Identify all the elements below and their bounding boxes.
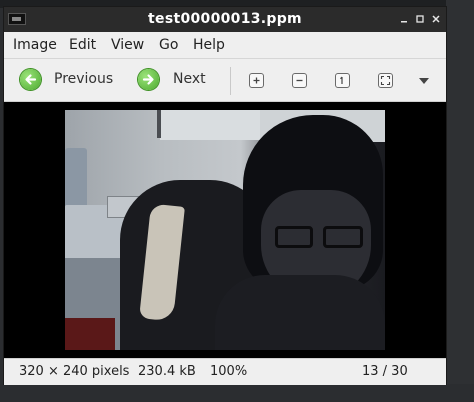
menu-view[interactable]: View	[111, 37, 144, 53]
minimize-icon[interactable]	[397, 12, 411, 26]
menu-edit[interactable]: Edit	[69, 37, 96, 53]
title-bar[interactable]: test00000013.ppm	[4, 7, 446, 32]
previous-button[interactable]: Previous	[20, 67, 116, 93]
zoom-out-icon[interactable]	[292, 73, 307, 88]
photo	[65, 110, 385, 350]
zoom-level: 100%	[210, 364, 248, 379]
menu-go[interactable]: Go	[159, 37, 178, 53]
rotate-icon[interactable]	[335, 73, 350, 88]
next-label: Next	[173, 71, 206, 87]
status-bar: 320 × 240 pixels 230.4 kB 100% 13 / 30	[4, 358, 446, 385]
maximize-icon[interactable]	[413, 12, 427, 26]
background-panel	[446, 0, 474, 402]
image-viewer-window: test00000013.ppm Image Edit View Go Help…	[4, 7, 446, 385]
menu-image[interactable]: Image	[13, 37, 57, 53]
next-button[interactable]: Next	[138, 67, 214, 93]
toolbar-separator	[230, 67, 231, 95]
arrow-left-icon	[20, 69, 41, 90]
chevron-down-icon[interactable]	[419, 78, 429, 84]
window-title: test00000013.ppm	[148, 11, 302, 27]
toolbar: Previous Next	[4, 59, 446, 102]
zoom-in-icon[interactable]	[249, 73, 264, 88]
background-panel-bottom	[0, 384, 474, 402]
fit-icon[interactable]	[378, 73, 393, 88]
arrow-right-icon	[138, 69, 159, 90]
app-icon	[8, 13, 26, 25]
menu-help[interactable]: Help	[193, 37, 225, 53]
previous-label: Previous	[54, 71, 114, 87]
image-dimensions: 320 × 240 pixels	[19, 364, 130, 379]
image-position: 13 / 30	[362, 364, 408, 379]
file-size: 230.4 kB	[138, 364, 196, 379]
close-icon[interactable]	[429, 12, 443, 26]
menu-bar: Image Edit View Go Help	[4, 32, 446, 59]
image-canvas[interactable]	[4, 102, 446, 358]
